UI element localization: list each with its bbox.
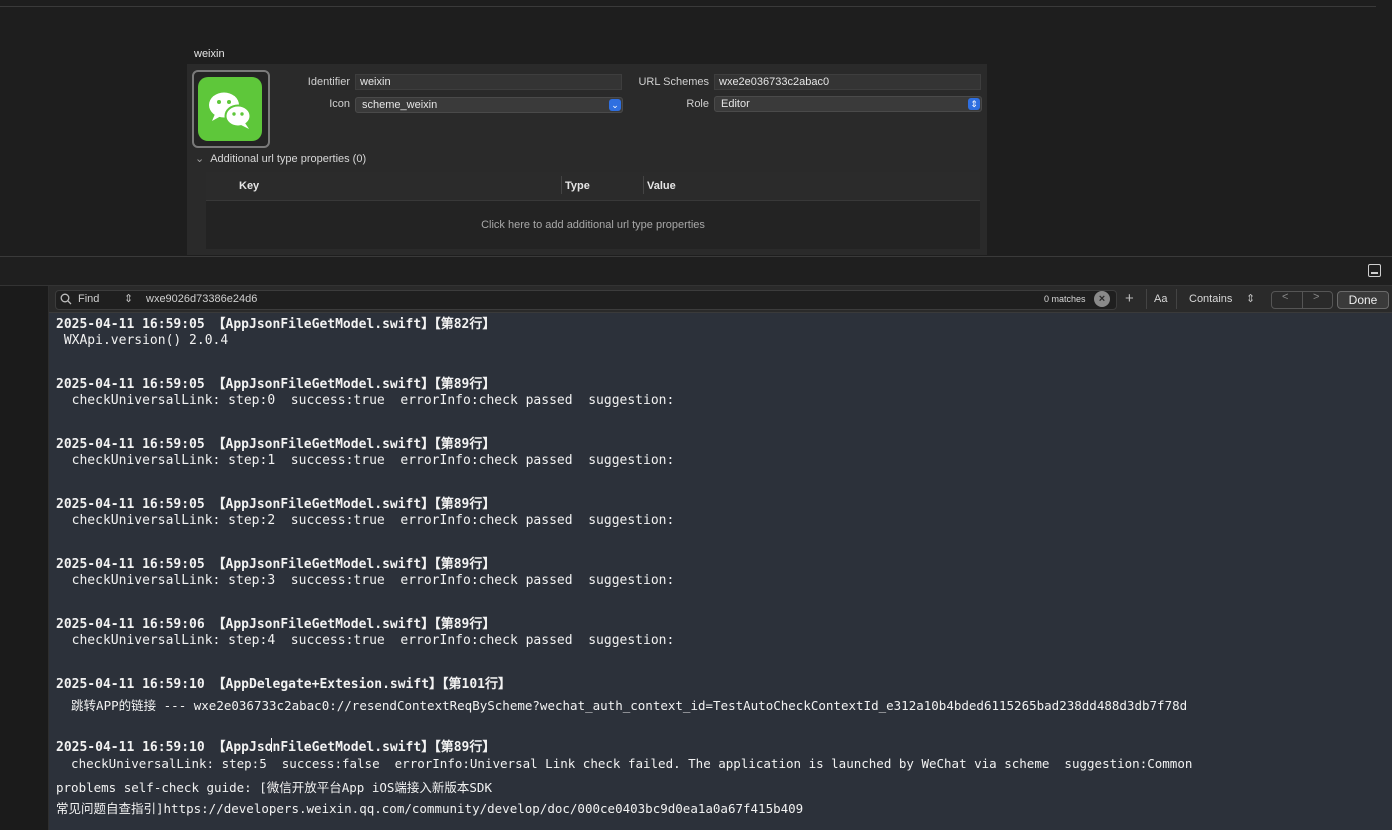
role-popup-value: Editor <box>721 98 750 110</box>
separator <box>1146 289 1147 309</box>
icon-label: Icon <box>329 98 350 110</box>
separator <box>1176 289 1177 309</box>
log-line: checkUniversalLink: step:1 success:true … <box>56 453 675 468</box>
role-popup[interactable]: Editor ⇕ <box>714 96 982 112</box>
clear-icon[interactable]: × <box>1094 291 1110 307</box>
log-line: 常见问题自查指引]https://developers.weixin.qq.co… <box>56 801 804 816</box>
column-separator <box>561 176 562 194</box>
match-mode-popup[interactable]: Contains <box>1189 293 1232 305</box>
column-separator <box>643 176 644 194</box>
wechat-icon <box>198 77 262 141</box>
log-line: checkUniversalLink: step:5 success:false… <box>56 756 1193 771</box>
log-line: 2025-04-11 16:59:05 【AppJsonFileGetModel… <box>56 437 496 452</box>
log-line: 2025-04-11 16:59:10 【AppDelegate+Extesio… <box>56 677 512 692</box>
console-gutter <box>0 286 49 830</box>
log-line: 2025-04-11 16:59:05 【AppJsonFileGetModel… <box>56 377 496 392</box>
match-count: 0 matches <box>1044 294 1086 304</box>
previous-match-icon[interactable]: < <box>1282 291 1288 303</box>
add-property-hint[interactable]: Click here to add additional url type pr… <box>206 219 980 231</box>
find-query[interactable]: wxe9026d73386e24d6 <box>146 293 257 305</box>
additional-properties-label: Additional url type properties (0) <box>210 153 367 165</box>
console-output[interactable]: 2025-04-11 16:59:05 【AppJsonFileGetModel… <box>49 313 1392 830</box>
log-line: problems self-check guide: [微信开放平台App iO… <box>56 780 492 795</box>
identifier-label: Identifier <box>307 76 350 88</box>
text-cursor <box>271 738 272 752</box>
log-line: 2025-04-11 16:59:10 【AppJsonFileGetModel… <box>56 740 496 755</box>
url-schemes-field[interactable]: wxe2e036733c2abac0 <box>714 74 981 90</box>
url-schemes-label: URL Schemes <box>638 76 709 88</box>
log-line: 2025-04-11 16:59:05 【AppJsonFileGetModel… <box>56 557 496 572</box>
log-line: 跳转APP的链接 --- wxe2e036733c2abac0://resend… <box>56 698 1188 713</box>
url-type-title: weixin <box>194 48 225 60</box>
column-value[interactable]: Value <box>647 180 676 192</box>
up-down-chevron-icon[interactable]: ⇕ <box>1246 292 1255 305</box>
debug-bar <box>0 257 1392 286</box>
icon-popup[interactable]: scheme_weixin ⌄ <box>355 97 623 113</box>
top-separator <box>0 6 1376 7</box>
column-type[interactable]: Type <box>565 180 590 192</box>
log-line: checkUniversalLink: step:2 success:true … <box>56 513 675 528</box>
hide-panel-icon[interactable] <box>1368 264 1381 277</box>
up-down-chevron-icon[interactable]: ⇕ <box>124 292 133 305</box>
log-line: 2025-04-11 16:59:05 【AppJsonFileGetModel… <box>56 317 496 332</box>
log-line: WXApi.version() 2.0.4 <box>56 333 229 348</box>
icon-popup-value: scheme_weixin <box>362 99 438 111</box>
log-line: checkUniversalLink: step:0 success:true … <box>56 393 675 408</box>
find-mode-label[interactable]: Find <box>78 293 99 305</box>
additional-properties-disclosure[interactable]: ⌄ Additional url type properties (0) <box>195 152 366 165</box>
column-key[interactable]: Key <box>239 180 259 192</box>
match-case-toggle[interactable]: Aa <box>1154 293 1167 305</box>
up-down-chevron-icon: ⇕ <box>968 98 980 110</box>
add-pattern-icon[interactable]: + <box>1125 290 1134 307</box>
done-button[interactable]: Done <box>1337 291 1389 309</box>
log-line: 2025-04-11 16:59:06 【AppJsonFileGetModel… <box>56 617 496 632</box>
chevron-down-icon: ⌄ <box>195 153 205 165</box>
log-line: 2025-04-11 16:59:05 【AppJsonFileGetModel… <box>56 497 496 512</box>
log-line: checkUniversalLink: step:3 success:true … <box>56 573 675 588</box>
match-navigation[interactable] <box>1271 291 1333 309</box>
role-label: Role <box>686 98 709 110</box>
identifier-field[interactable]: weixin <box>355 74 622 90</box>
log-line: checkUniversalLink: step:4 success:true … <box>56 633 675 648</box>
next-match-icon[interactable]: > <box>1313 291 1319 303</box>
search-icon <box>60 292 72 310</box>
properties-table-header <box>206 172 980 201</box>
chevron-down-icon: ⌄ <box>609 99 621 111</box>
